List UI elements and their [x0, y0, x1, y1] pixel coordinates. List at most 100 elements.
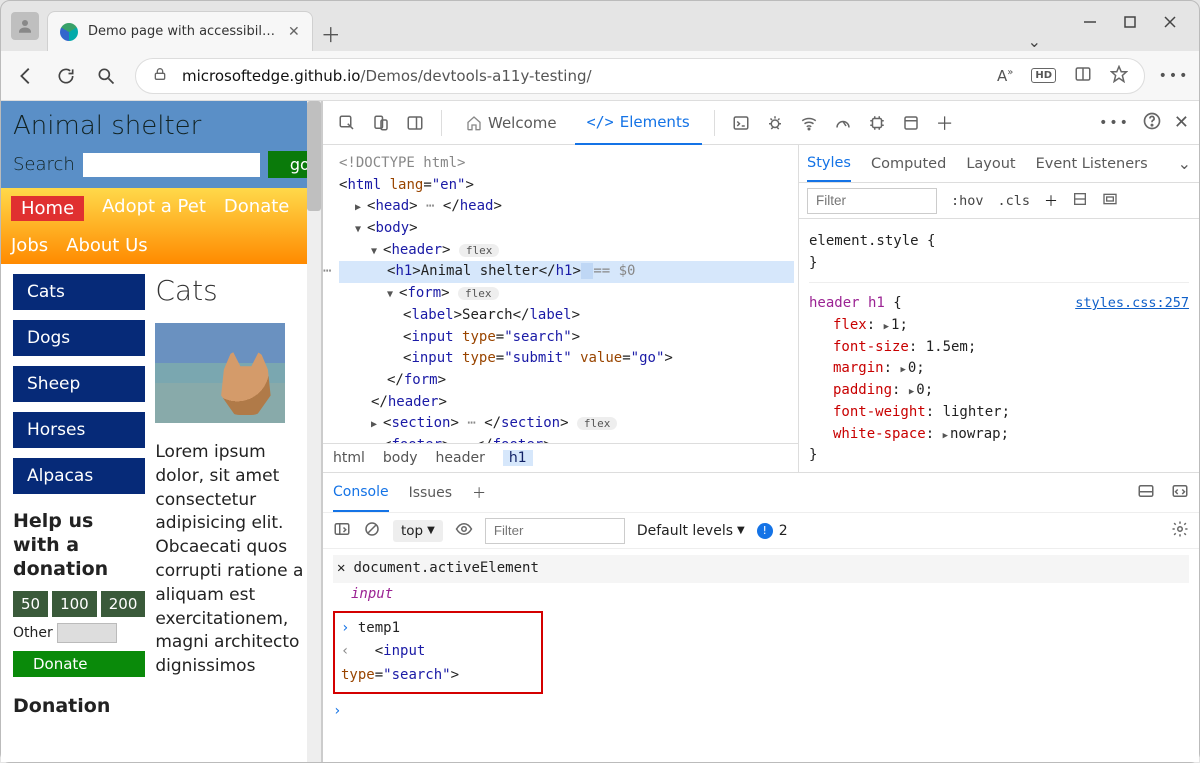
clear-console-icon[interactable]	[363, 520, 381, 542]
side-nav: Cats Dogs Sheep Horses Alpacas	[13, 274, 145, 494]
other-amount-input[interactable]	[57, 623, 117, 643]
tab-close-icon[interactable]: ✕	[288, 24, 300, 40]
search-input[interactable]	[83, 153, 260, 177]
edge-favicon	[60, 23, 78, 41]
other-label: Other	[13, 625, 53, 641]
favorite-star-icon[interactable]	[1110, 65, 1128, 87]
tab-elements[interactable]: </> Elements	[575, 101, 702, 145]
reader-icon[interactable]	[1074, 65, 1092, 87]
network-icon[interactable]	[795, 109, 823, 137]
profile-avatar[interactable]	[11, 12, 39, 40]
nav-home[interactable]: Home	[11, 196, 84, 221]
drawer-tab-console[interactable]: Console	[333, 473, 389, 512]
page-header: Animal shelter Search go	[1, 101, 321, 188]
side-sheep[interactable]: Sheep	[13, 366, 145, 402]
more-icon[interactable]: •••	[1163, 65, 1185, 87]
live-expression: document.activeElement	[353, 557, 538, 581]
drawer-add-icon[interactable]: ＋	[472, 483, 486, 503]
nav-adopt[interactable]: Adopt a Pet	[102, 196, 206, 221]
console-filter-input[interactable]	[485, 518, 625, 544]
console-settings-icon[interactable]	[1171, 520, 1189, 542]
styles-body[interactable]: element.style { } styles.css:257 header …	[799, 219, 1199, 472]
amount-100[interactable]: 100	[52, 591, 97, 617]
new-tab-button[interactable]: ＋	[313, 15, 349, 51]
issue-count-icon: !	[757, 523, 773, 539]
console-shortcut-icon[interactable]	[727, 109, 755, 137]
device-icon[interactable]	[367, 109, 395, 137]
back-button[interactable]	[15, 65, 37, 87]
search-label: Search	[13, 154, 75, 175]
cls-toggle[interactable]: .cls	[998, 193, 1031, 209]
tab-layout[interactable]: Layout	[966, 156, 1015, 172]
minimize-button[interactable]	[1083, 15, 1097, 29]
nav-jobs[interactable]: Jobs	[11, 235, 48, 256]
tab-welcome[interactable]: Welcome	[454, 101, 569, 145]
live-expression-result: input	[333, 583, 1189, 607]
tab-title: Demo page with accessibility issu	[88, 24, 278, 39]
styles-source-link[interactable]: styles.css:257	[1075, 293, 1189, 314]
styles-filter-input[interactable]	[807, 188, 937, 214]
hd-badge-icon[interactable]: HD	[1031, 68, 1056, 83]
console-context[interactable]: top ▼	[393, 520, 443, 542]
amount-50[interactable]: 50	[13, 591, 48, 617]
nav-donate[interactable]: Donate	[224, 196, 289, 221]
drawer-dock-icon[interactable]	[1137, 482, 1155, 504]
chevron-down-icon[interactable]: ⌄	[1028, 32, 1041, 51]
flex-editor-icon[interactable]	[1072, 191, 1088, 211]
amount-200[interactable]: 200	[101, 591, 146, 617]
issues-badge[interactable]: ! 2	[757, 523, 788, 539]
breadcrumb[interactable]: html body header h1	[323, 443, 798, 472]
maximize-button[interactable]	[1123, 15, 1137, 29]
tab-styles[interactable]: Styles	[807, 145, 851, 182]
browser-tab[interactable]: Demo page with accessibility issu ✕	[47, 11, 313, 51]
hov-toggle[interactable]: :hov	[951, 193, 984, 209]
window-close-button[interactable]	[1163, 15, 1177, 29]
console-sidebar-icon[interactable]	[333, 520, 351, 542]
read-aloud-icon[interactable]: A»	[997, 67, 1013, 85]
inspect-icon[interactable]	[333, 109, 361, 137]
drawer-tab-issues[interactable]: Issues	[409, 485, 453, 501]
devtools-panel: Welcome </> Elements ＋ ••• ✕ <!DOCT	[321, 101, 1199, 762]
site-title: Animal shelter	[13, 111, 309, 141]
refresh-button[interactable]	[55, 65, 77, 87]
address-bar[interactable]: microsoftedge.github.io/Demos/devtools-a…	[135, 58, 1145, 94]
drawer-expand-icon[interactable]	[1171, 482, 1189, 504]
page-scrollbar[interactable]	[307, 101, 321, 762]
application-icon[interactable]	[897, 109, 925, 137]
devtools-toolbar: Welcome </> Elements ＋ ••• ✕	[323, 101, 1199, 145]
tab-event-listeners[interactable]: Event Listeners	[1036, 156, 1148, 172]
search-icon[interactable]	[95, 65, 117, 87]
donate-button[interactable]: Donate	[13, 651, 145, 677]
side-horses[interactable]: Horses	[13, 412, 145, 448]
top-nav: Home Adopt a Pet Donate Jobs About Us	[1, 188, 321, 264]
live-expr-icon[interactable]	[455, 520, 473, 542]
rendered-page: Animal shelter Search go Home Adopt a Pe…	[1, 101, 321, 762]
tab-computed[interactable]: Computed	[871, 156, 946, 172]
devtools-more-icon[interactable]: •••	[1099, 115, 1130, 131]
styles-tabs: Styles Computed Layout Event Listeners ⌄	[799, 145, 1199, 183]
console-body[interactable]: ✕ document.activeElement input › temp1 ‹…	[323, 549, 1199, 762]
styles-chevron-icon[interactable]: ⌄	[1178, 154, 1191, 173]
side-alpacas[interactable]: Alpacas	[13, 458, 145, 494]
side-dogs[interactable]: Dogs	[13, 320, 145, 356]
box-model-icon[interactable]	[1102, 191, 1118, 211]
memory-icon[interactable]	[863, 109, 891, 137]
cat-image	[155, 323, 285, 423]
url-text: microsoftedge.github.io/Demos/devtools-a…	[182, 67, 592, 85]
console-highlight-box: › temp1 ‹ <input type="search">	[333, 611, 543, 694]
performance-icon[interactable]	[829, 109, 857, 137]
dock-icon[interactable]	[401, 109, 429, 137]
console-prompt-icon[interactable]: ›	[333, 703, 341, 719]
log-levels[interactable]: Default levels ▼	[637, 523, 745, 539]
help-icon[interactable]	[1142, 111, 1162, 135]
dom-tree[interactable]: <!DOCTYPE html> <html lang="en"> <head> …	[323, 145, 798, 443]
side-cats[interactable]: Cats	[13, 274, 145, 310]
new-style-icon[interactable]: ＋	[1044, 191, 1058, 211]
close-expr-icon[interactable]: ✕	[337, 557, 345, 581]
add-tab-icon[interactable]: ＋	[931, 109, 959, 137]
debug-icon[interactable]	[761, 109, 789, 137]
donation-list-heading: Donation	[13, 695, 145, 719]
devtools-close-icon[interactable]: ✕	[1174, 112, 1189, 133]
nav-about[interactable]: About Us	[66, 235, 148, 256]
lorem-text: Lorem ipsum dolor, sit amet consectetur …	[155, 441, 309, 679]
